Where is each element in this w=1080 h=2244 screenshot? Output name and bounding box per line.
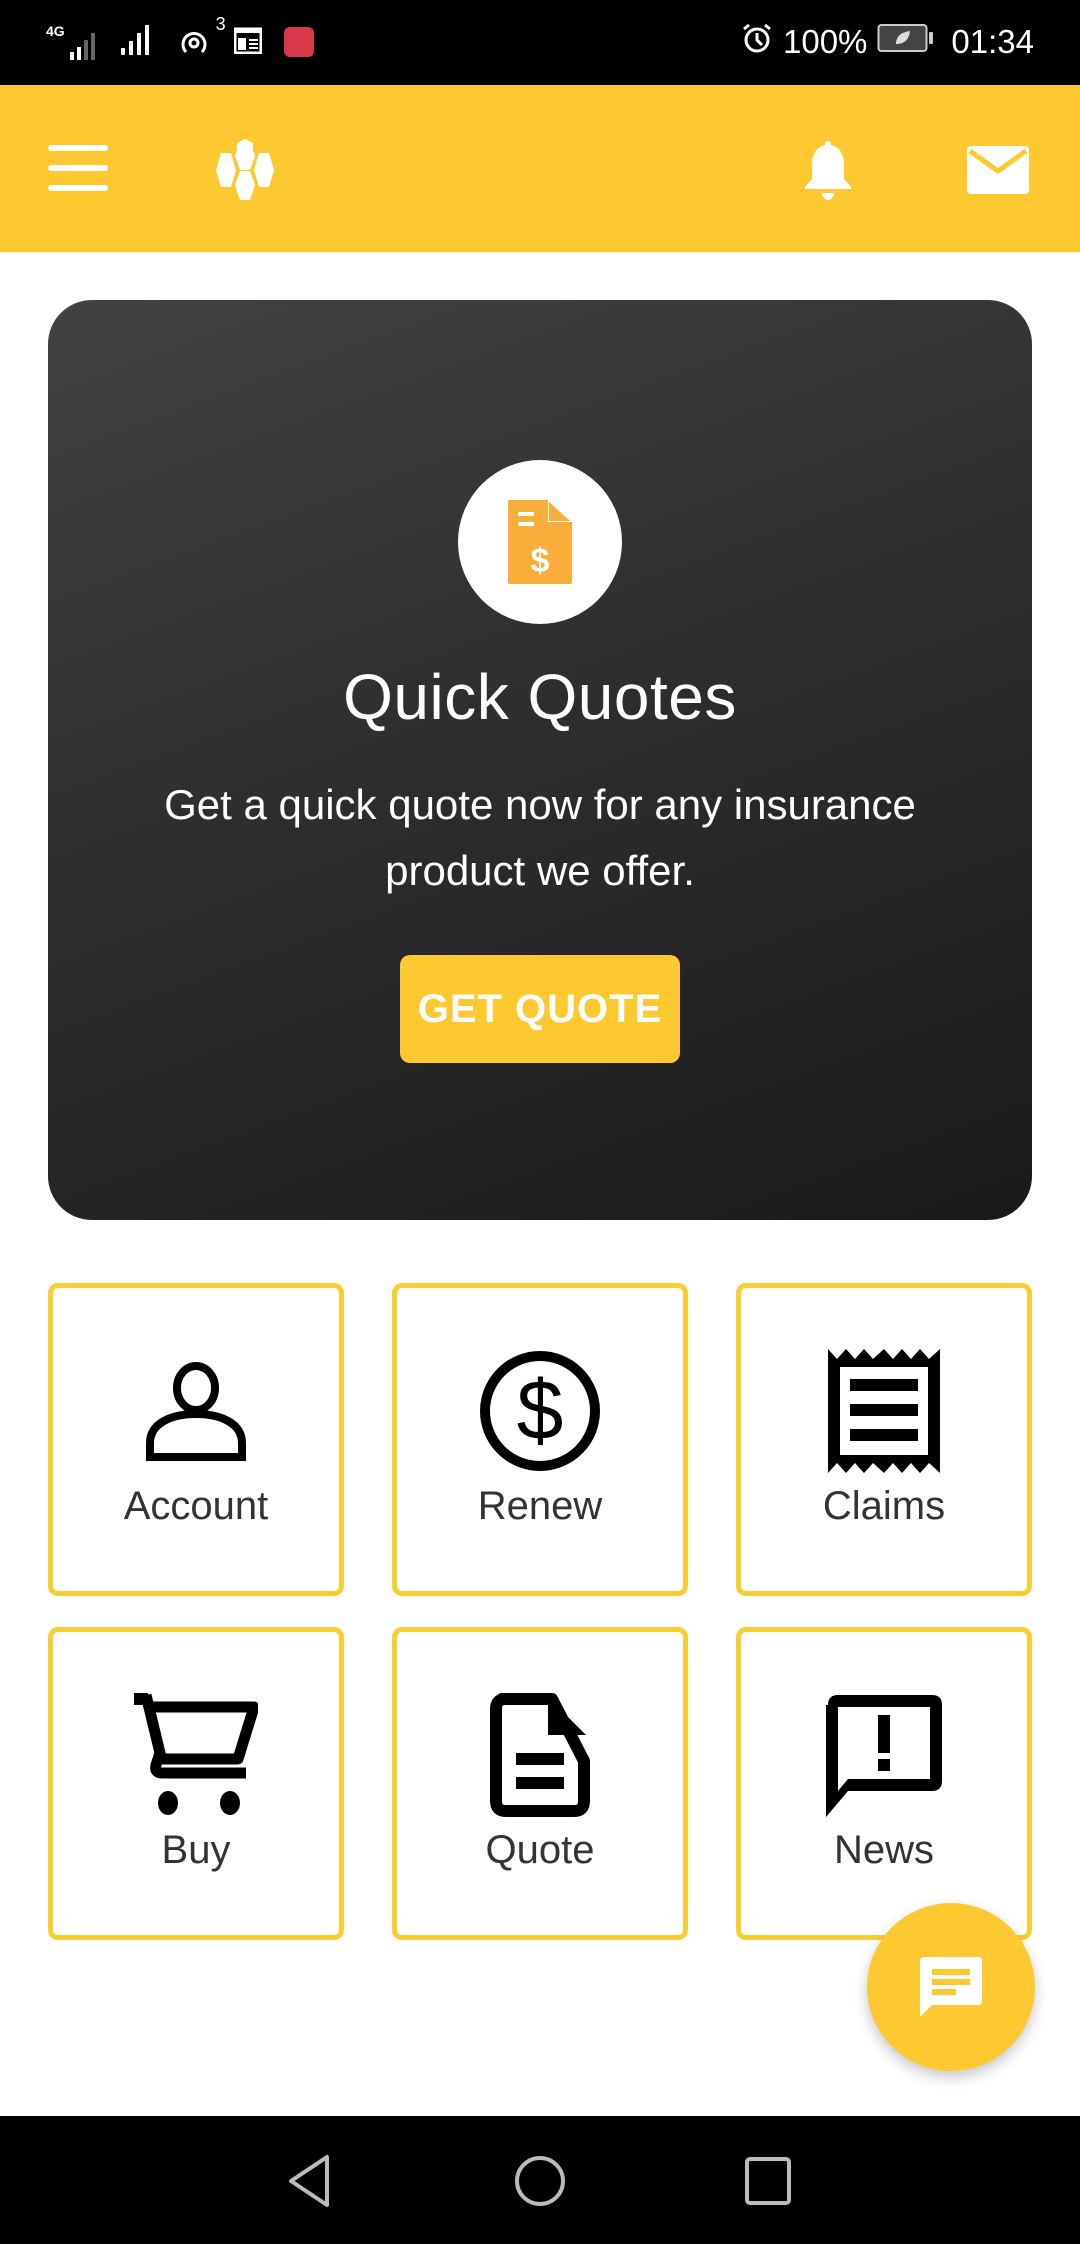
receipt-icon bbox=[819, 1346, 949, 1476]
tile-claims[interactable]: Claims bbox=[736, 1283, 1032, 1596]
svg-text:$: $ bbox=[531, 542, 550, 580]
quick-quotes-icon-circle: $ bbox=[458, 460, 622, 624]
quick-quotes-description: Get a quick quote now for any insurance … bbox=[164, 781, 916, 894]
chat-button[interactable] bbox=[867, 1903, 1035, 2071]
app-logo[interactable] bbox=[195, 125, 295, 215]
signal-icon bbox=[120, 24, 154, 61]
status-bar: 4G 3 100% 01:34 bbox=[0, 0, 1080, 85]
notifications-button[interactable] bbox=[780, 130, 875, 210]
tile-account[interactable]: Account bbox=[48, 1283, 344, 1596]
hamburger-menu-icon bbox=[48, 144, 108, 191]
back-button[interactable] bbox=[270, 2146, 350, 2216]
recents-icon bbox=[745, 2157, 791, 2205]
tile-renew[interactable]: $ Renew bbox=[392, 1283, 688, 1596]
chat-icon bbox=[920, 1957, 982, 2017]
back-icon bbox=[289, 2155, 329, 2207]
network-type-label: 4G bbox=[46, 23, 65, 39]
quick-quotes-card: $ Quick Quotes Get a quick quote now for… bbox=[48, 300, 1032, 1220]
alarm-icon bbox=[741, 22, 773, 62]
tile-label: Buy bbox=[161, 1828, 231, 1872]
clock-time: 01:34 bbox=[951, 23, 1034, 60]
system-navigation-bar bbox=[0, 2116, 1080, 2244]
dollar-circle-icon: $ bbox=[475, 1346, 605, 1476]
document-icon bbox=[475, 1690, 605, 1820]
svg-text:$: $ bbox=[517, 1363, 564, 1457]
tile-label: Quote bbox=[485, 1828, 595, 1872]
quote-document-dollar-icon: $ bbox=[508, 500, 572, 584]
home-button[interactable] bbox=[500, 2146, 580, 2216]
announcement-icon bbox=[819, 1690, 949, 1820]
tile-news[interactable]: News bbox=[736, 1627, 1032, 1940]
recents-button[interactable] bbox=[728, 2146, 808, 2216]
tile-label: Account bbox=[123, 1484, 269, 1528]
huawei-app-icon bbox=[283, 27, 314, 57]
tile-buy[interactable]: Buy bbox=[48, 1627, 344, 1940]
tile-label: Renew bbox=[477, 1484, 603, 1528]
mail-icon bbox=[966, 146, 1029, 194]
shopping-cart-icon bbox=[131, 1690, 261, 1820]
app-bar bbox=[0, 85, 1080, 252]
status-bar-left: 4G 3 bbox=[46, 14, 314, 64]
quick-quotes-title: Quick Quotes bbox=[343, 661, 737, 733]
bell-icon bbox=[804, 141, 851, 200]
status-bar-right: 100% 01:34 bbox=[741, 18, 1034, 66]
honeycomb-logo-icon bbox=[216, 139, 274, 200]
calendar-icon bbox=[233, 26, 263, 59]
tile-label: Claims bbox=[822, 1484, 946, 1528]
home-icon bbox=[515, 2156, 565, 2206]
battery-saver-icon bbox=[877, 23, 935, 61]
tile-quote[interactable]: Quote bbox=[392, 1627, 688, 1940]
hotspot-icon: 3 bbox=[176, 14, 226, 58]
notification-count: 3 bbox=[215, 14, 226, 34]
get-quote-button[interactable]: GET QUOTE bbox=[400, 955, 680, 1063]
signal-4g-icon: 4G bbox=[46, 24, 98, 60]
tile-label: News bbox=[833, 1828, 935, 1872]
menu-button[interactable] bbox=[38, 130, 118, 205]
messages-button[interactable] bbox=[950, 130, 1045, 210]
person-icon bbox=[131, 1346, 261, 1476]
battery-percent: 100% bbox=[783, 23, 868, 60]
